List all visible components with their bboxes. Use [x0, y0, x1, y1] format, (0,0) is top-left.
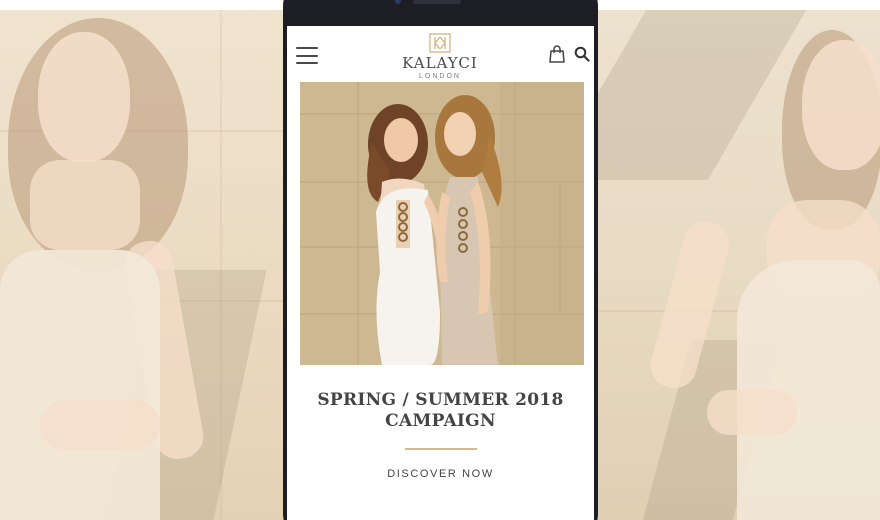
search-icon[interactable] [574, 46, 590, 62]
background-image-left [0, 10, 285, 520]
logo-emblem-icon [429, 33, 451, 53]
hamburger-menu-icon[interactable] [296, 47, 318, 64]
background-image-right [597, 10, 880, 520]
phone-camera [395, 0, 401, 4]
discover-now-link[interactable]: DISCOVER NOW [287, 468, 594, 480]
title-divider [405, 448, 477, 450]
brand-location: LONDON [419, 73, 461, 80]
campaign-photo-illustration [300, 82, 584, 365]
campaign-hero-image[interactable] [300, 82, 584, 365]
app-header: KALAYCI LONDON [287, 26, 594, 90]
phone-frame: KALAYCI LONDON SPRING / SUMMER 2018 CAMP… [283, 0, 598, 520]
campaign-title-line2: CAMPAIGN [385, 411, 496, 431]
shopping-bag-icon[interactable] [549, 45, 565, 63]
campaign-title-line1: SPRING / SUMMER 2018 [317, 390, 564, 410]
campaign-title: SPRING / SUMMER 2018 CAMPAIGN [287, 390, 594, 432]
phone-screen: KALAYCI LONDON SPRING / SUMMER 2018 CAMP… [287, 26, 594, 520]
brand-logo[interactable]: KALAYCI LONDON [390, 32, 490, 86]
brand-name: KALAYCI [402, 54, 478, 72]
phone-speaker [413, 0, 461, 4]
